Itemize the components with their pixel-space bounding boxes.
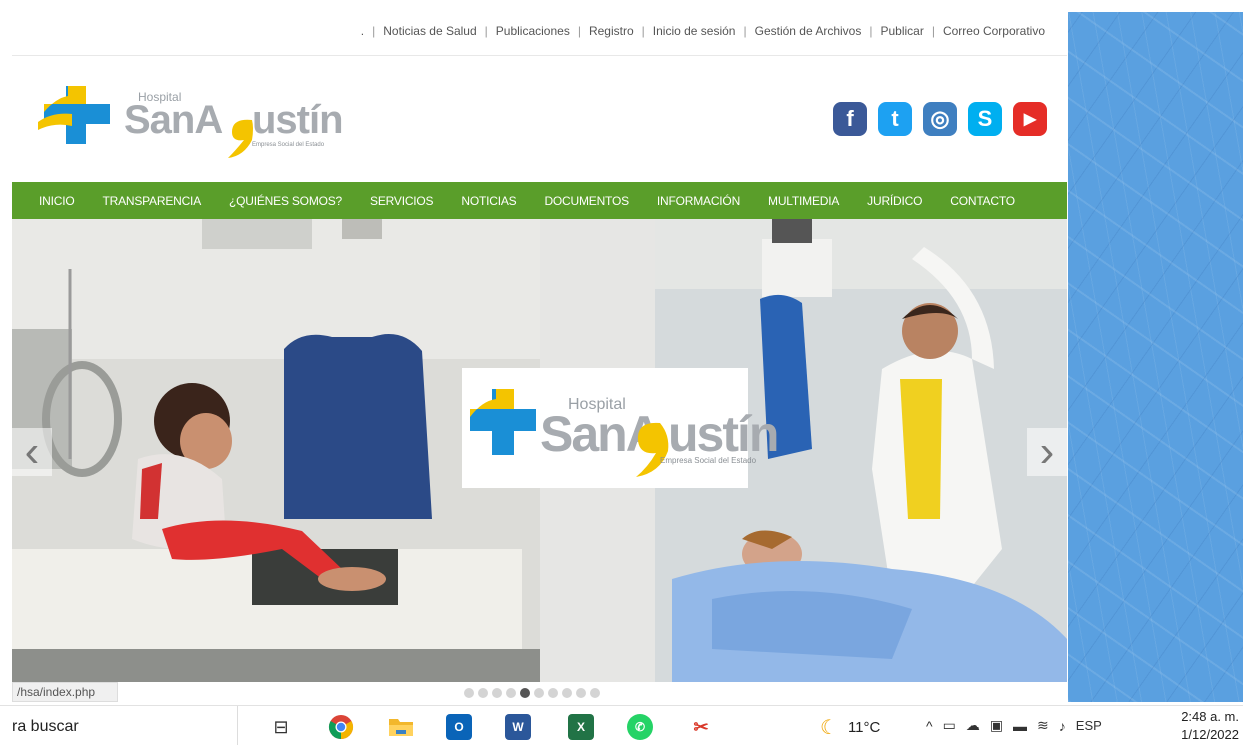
nav-noticias[interactable]: NOTICIAS [461, 194, 516, 208]
slider-image: Hospital SanA ustín Empresa Social del E… [12, 219, 1067, 682]
nav-informacion[interactable]: INFORMACIÓN [657, 194, 740, 208]
link-publicaciones[interactable]: Publicaciones [496, 24, 570, 38]
slider-dot[interactable] [492, 688, 502, 698]
hero-slider[interactable]: Hospital SanA ustín Empresa Social del E… [12, 219, 1067, 682]
taskbar-search-box[interactable]: ra buscar [0, 706, 238, 745]
whatsapp-icon[interactable]: ✆ [627, 714, 653, 740]
social-links: f t ◎ S ▶ [833, 102, 1047, 136]
nav-transparencia[interactable]: TRANSPARENCIA [102, 194, 201, 208]
temperature-text: 11°C [847, 719, 881, 736]
moon-icon: ☾ [820, 717, 838, 739]
skype-icon[interactable]: S [968, 102, 1002, 136]
taskbar-clock[interactable]: 2:48 a. m. 1/12/2022 [1181, 708, 1239, 744]
search-placeholder-text: ra buscar [12, 718, 79, 735]
top-divider [12, 55, 1067, 56]
battery-icon[interactable]: ▬ [1013, 718, 1027, 734]
separator: | [372, 24, 376, 38]
link-noticias-de-salud[interactable]: Noticias de Salud [383, 24, 476, 38]
slider-dot[interactable] [562, 688, 572, 698]
slider-dot[interactable] [576, 688, 586, 698]
nav-multimedia[interactable]: MULTIMEDIA [768, 194, 839, 208]
slider-dots [464, 688, 600, 698]
logo-name-part2: ustín [252, 98, 344, 142]
clock-date: 1/12/2022 [1181, 727, 1239, 742]
screen: . | Noticias de Salud | Publicaciones | … [0, 0, 1243, 745]
clock-time: 2:48 a. m. [1181, 709, 1239, 724]
language-indicator[interactable]: ESP [1076, 718, 1102, 733]
separator: | [577, 24, 581, 38]
slider-dot[interactable] [464, 688, 474, 698]
link-gestion-de-archivos[interactable]: Gestión de Archivos [755, 24, 862, 38]
website-viewport: . | Noticias de Salud | Publicaciones | … [12, 12, 1067, 702]
task-view-icon[interactable]: ⊟ [268, 714, 294, 740]
meet-now-icon[interactable]: ▭ [943, 717, 956, 734]
notification-app-icon[interactable]: ▣ [990, 717, 1003, 734]
nav-quienes-somos[interactable]: ¿QUIÉNES SOMOS? [229, 194, 342, 208]
separator: | [641, 24, 645, 38]
slider-prev-button[interactable]: ‹ [12, 428, 52, 476]
nav-inicio[interactable]: INICIO [39, 194, 75, 208]
windows-taskbar: ra buscar ⊟ O W X ✆ ✂ ☾ 11°C ^ ▭ ☁ ▣ ▬ ≋… [0, 705, 1243, 745]
slider-dot[interactable] [520, 688, 530, 698]
twitter-icon[interactable]: t [878, 102, 912, 136]
outlook-icon[interactable]: O [446, 714, 472, 740]
wifi-icon[interactable]: ≋ [1037, 717, 1049, 734]
file-explorer-icon[interactable] [388, 714, 414, 740]
youtube-icon[interactable]: ▶ [1013, 102, 1047, 136]
separator: | [931, 24, 935, 38]
svg-text:Empresa Social del Estado: Empresa Social del Estado [660, 456, 757, 465]
weather-widget[interactable]: ☾ 11°C [820, 715, 880, 740]
link-inicio-de-sesion[interactable]: Inicio de sesión [653, 24, 736, 38]
logo-name-part1: SanA [124, 98, 223, 142]
main-navigation: INICIO TRANSPARENCIA ¿QUIÉNES SOMOS? SER… [12, 182, 1067, 219]
link-registro[interactable]: Registro [589, 24, 634, 38]
excel-icon[interactable]: X [568, 714, 594, 740]
nav-servicios[interactable]: SERVICIOS [370, 194, 434, 208]
volume-icon[interactable]: ♪ [1059, 718, 1066, 734]
instagram-icon[interactable]: ◎ [923, 102, 957, 136]
slider-dot[interactable] [548, 688, 558, 698]
chevron-up-icon[interactable]: ^ [926, 718, 933, 734]
separator: | [484, 24, 488, 38]
cross-logo-icon [38, 86, 110, 144]
hospital-logo[interactable]: Hospital SanA ustín Empresa Social del E… [38, 76, 358, 158]
nav-juridico[interactable]: JURÍDICO [867, 194, 922, 208]
link-publicar[interactable]: Publicar [880, 24, 923, 38]
logo-tagline: Empresa Social del Estado [252, 142, 325, 148]
slider-dot[interactable] [506, 688, 516, 698]
nav-contacto[interactable]: CONTACTO [950, 194, 1015, 208]
link-correo-corporativo[interactable]: Correo Corporativo [943, 24, 1045, 38]
folder-shape [389, 719, 413, 736]
chevron-right-icon: › [1039, 427, 1055, 476]
facebook-icon[interactable]: f [833, 102, 867, 136]
slider-dot[interactable] [478, 688, 488, 698]
system-tray: ^ ▭ ☁ ▣ ▬ ≋ ♪ ESP [926, 717, 1102, 734]
chrome-logo [328, 715, 354, 739]
snipping-tool-icon[interactable]: ✂ [688, 714, 714, 740]
svg-text:ustín: ustín [668, 406, 777, 462]
top-links-dot: . [360, 24, 365, 38]
status-bar-url: /hsa/index.php [12, 682, 118, 702]
slider-next-button[interactable]: › [1027, 428, 1067, 476]
chevron-left-icon: ‹ [24, 427, 40, 476]
top-links-bar: . | Noticias de Salud | Publicaciones | … [361, 24, 1045, 38]
slider-dot[interactable] [534, 688, 544, 698]
separator: | [743, 24, 747, 38]
nav-documentos[interactable]: DOCUMENTOS [544, 194, 629, 208]
slider-dot[interactable] [590, 688, 600, 698]
onedrive-icon[interactable]: ☁ [966, 717, 980, 734]
desktop-background [1068, 12, 1243, 702]
word-icon[interactable]: W [505, 714, 531, 740]
chrome-icon[interactable] [328, 714, 354, 740]
separator: | [869, 24, 873, 38]
